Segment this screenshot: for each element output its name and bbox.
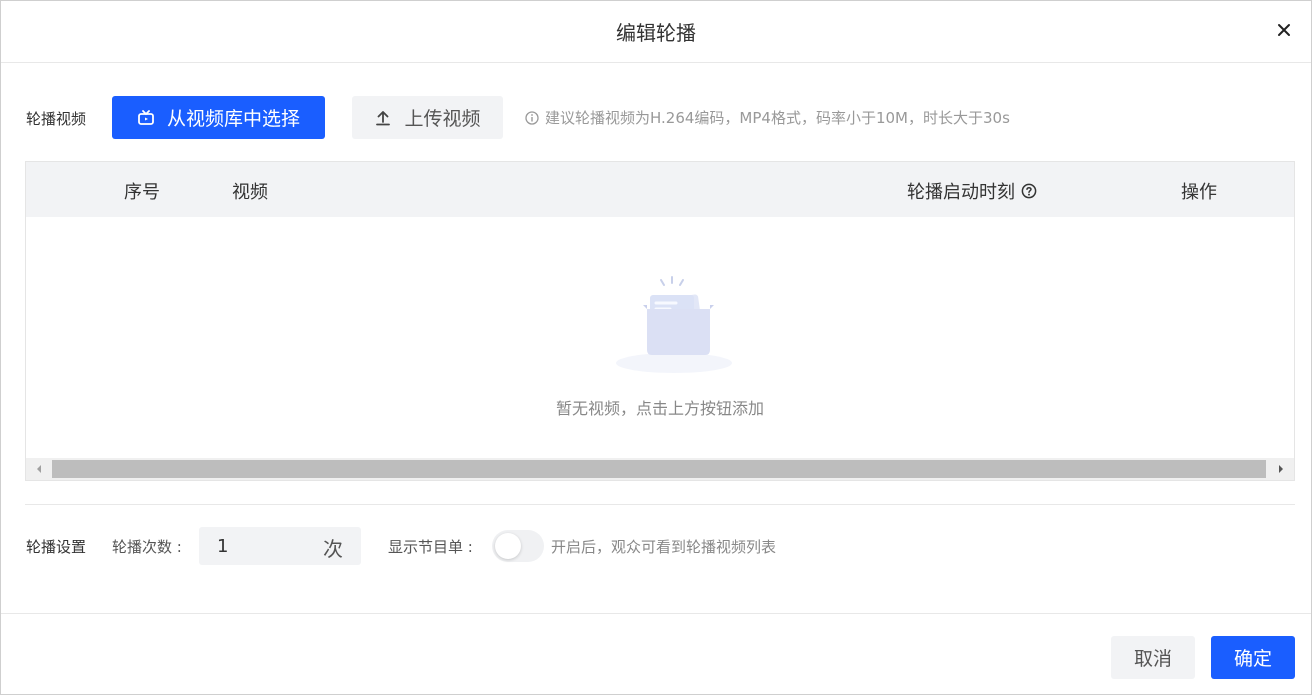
section-divider <box>25 504 1295 505</box>
info-circle-icon <box>525 110 539 125</box>
edit-carousel-dialog: 编辑轮播 轮播视频 从视频库中选择 上传视频 建议轮播视频为H.264编码，MP… <box>0 0 1312 695</box>
empty-state: 暂无视频，点击上方按钮添加 <box>26 217 1294 457</box>
carousel-count-input[interactable] <box>199 535 299 557</box>
close-button[interactable] <box>1273 19 1295 41</box>
confirm-button[interactable]: 确定 <box>1211 636 1295 679</box>
help-circle-icon[interactable] <box>1021 183 1037 199</box>
scroll-left-button[interactable] <box>26 458 52 480</box>
show-playlist-toggle[interactable] <box>492 530 544 562</box>
carousel-video-label: 轮播视频 <box>26 110 87 128</box>
close-icon <box>1278 24 1290 36</box>
caret-left-icon <box>37 465 41 473</box>
column-header-actions: 操作 <box>1181 182 1217 203</box>
show-playlist-hint: 开启后，观众可看到轮播视频列表 <box>551 538 777 556</box>
table-header: 序号 视频 轮播启动时刻 操作 <box>26 162 1294 217</box>
column-header-start-time: 轮播启动时刻 <box>907 178 1037 204</box>
video-table: 序号 视频 轮播启动时刻 操作 暂无视频，点击上方按钮添加 <box>25 161 1295 481</box>
toggle-knob <box>495 533 521 559</box>
video-library-icon <box>138 109 154 125</box>
upload-video-button[interactable]: 上传视频 <box>352 96 503 139</box>
carousel-count-field[interactable]: 次 <box>199 527 361 565</box>
dialog-title: 编辑轮播 <box>616 21 696 45</box>
empty-state-text: 暂无视频，点击上方按钮添加 <box>555 399 764 418</box>
video-format-hint-text: 建议轮播视频为H.264编码，MP4格式，码率小于10M，时长大于30s <box>545 109 1010 127</box>
upload-icon <box>376 110 391 125</box>
caret-right-icon <box>1279 465 1283 473</box>
carousel-settings-label: 轮播设置 <box>26 538 87 556</box>
horizontal-scrollbar[interactable] <box>26 458 1294 480</box>
show-playlist-label: 显示节目单 : <box>388 538 473 556</box>
upload-video-label: 上传视频 <box>404 108 481 130</box>
cancel-button[interactable]: 取消 <box>1111 636 1195 679</box>
carousel-count-label: 轮播次数 : <box>112 538 182 556</box>
empty-folder-icon <box>616 276 732 373</box>
video-format-hint: 建议轮播视频为H.264编码，MP4格式，码率小于10M，时长大于30s <box>525 107 1010 128</box>
scroll-right-button[interactable] <box>1268 458 1294 480</box>
scrollbar-thumb[interactable] <box>52 460 1266 478</box>
column-header-video: 视频 <box>232 182 268 203</box>
column-header-index: 序号 <box>124 182 160 203</box>
carousel-count-suffix: 次 <box>323 537 343 561</box>
footer-divider <box>1 613 1311 614</box>
select-from-library-button[interactable]: 从视频库中选择 <box>112 96 325 139</box>
select-from-library-label: 从视频库中选择 <box>166 108 300 130</box>
dialog-header: 编辑轮播 <box>1 1 1311 63</box>
